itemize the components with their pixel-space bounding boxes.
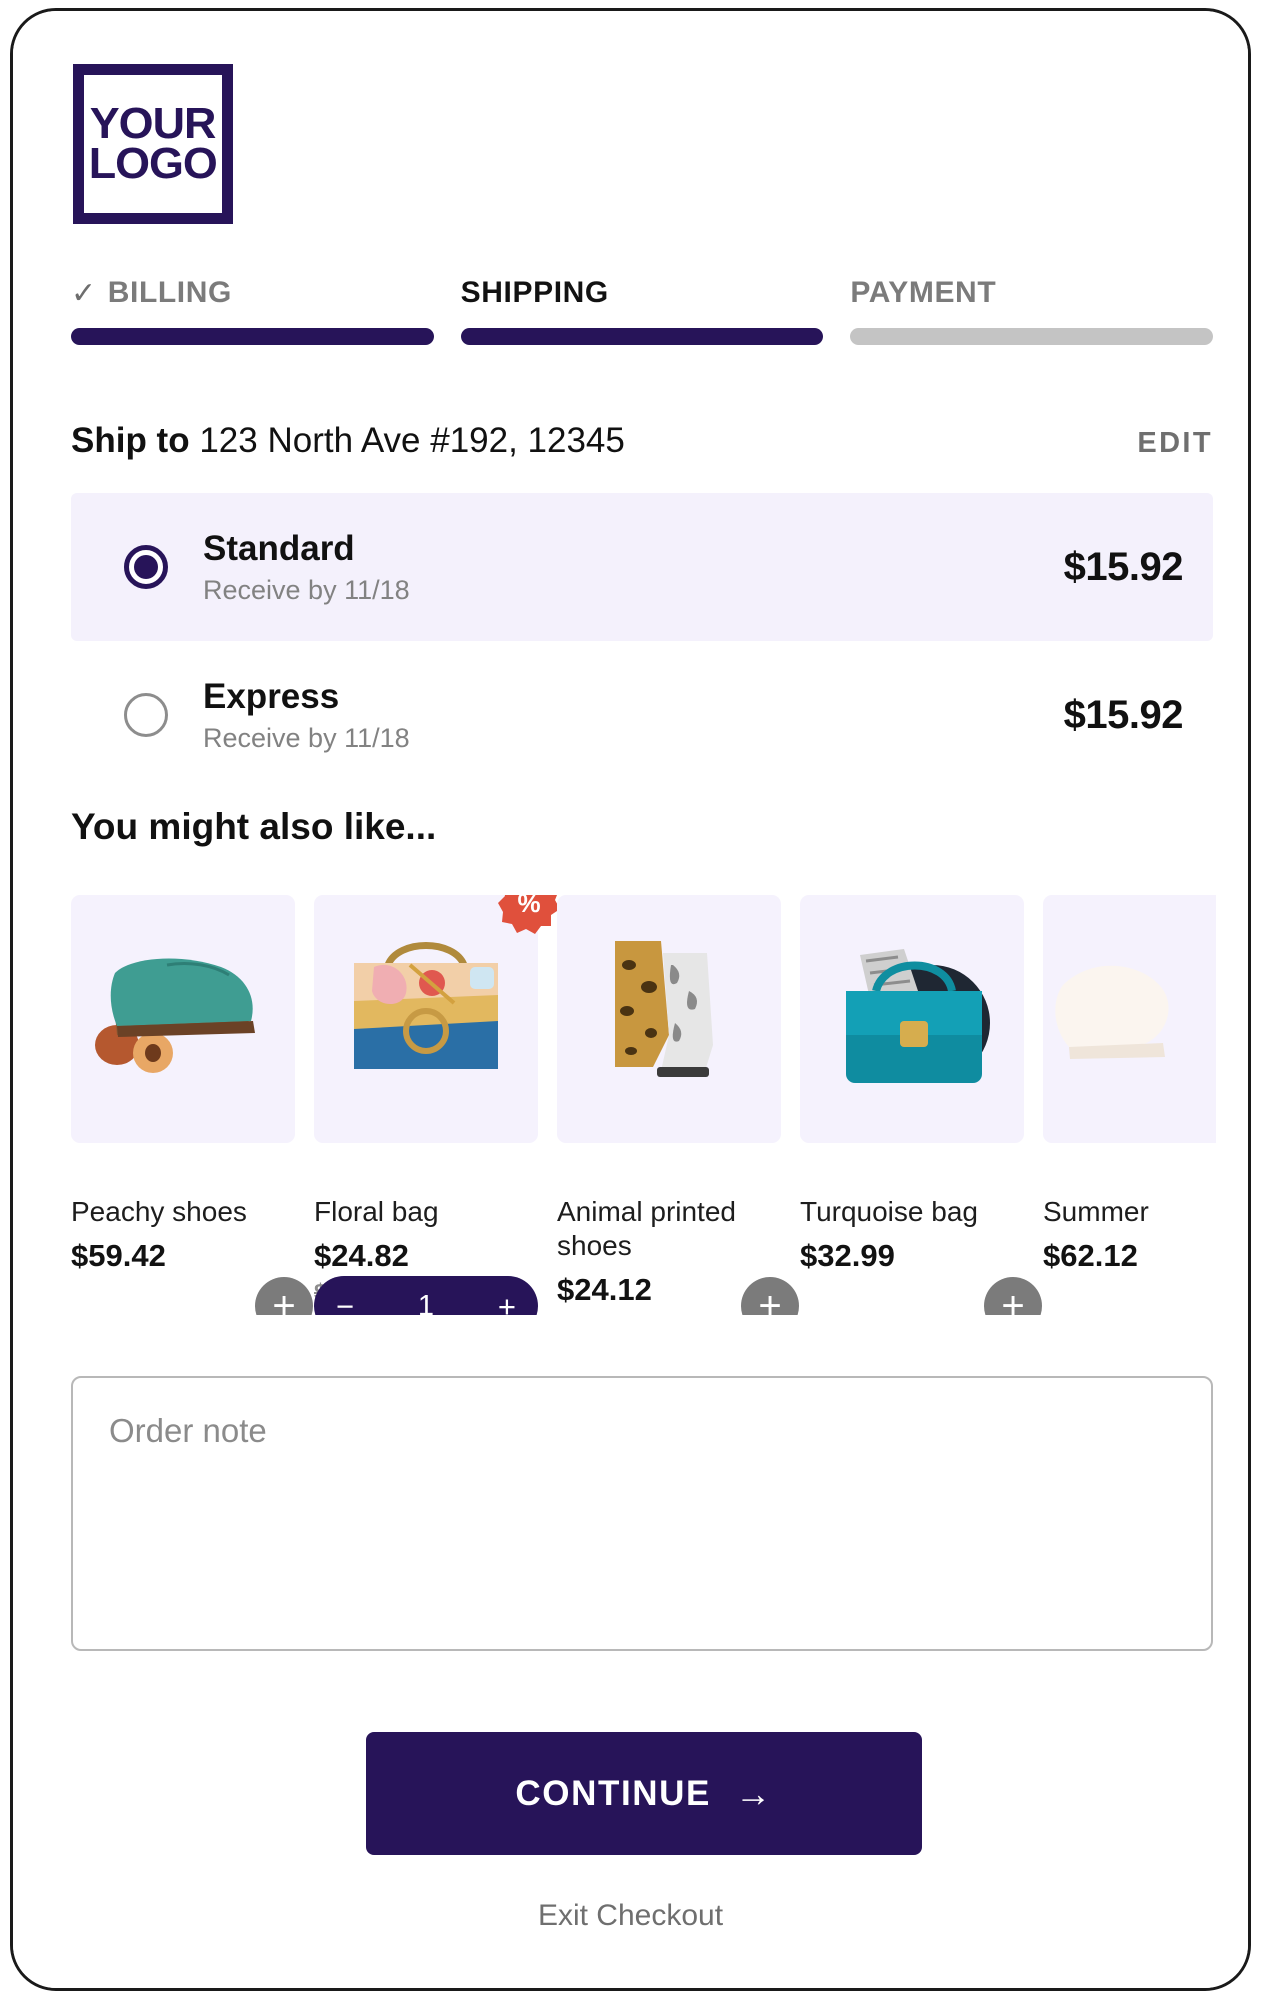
- logo-line-2: LOGO: [88, 139, 218, 188]
- ship-to-text: Ship to 123 North Ave #192, 12345: [71, 421, 625, 461]
- quantity-stepper[interactable]: − 1 +: [314, 1276, 538, 1315]
- summer-shoe-thumbnail-icon: [1055, 965, 1169, 1059]
- continue-button-label: CONTINUE: [515, 1773, 711, 1813]
- product-image: [800, 895, 1024, 1143]
- decrease-quantity-button[interactable]: −: [336, 1291, 354, 1316]
- edit-address-link[interactable]: EDIT: [1137, 427, 1213, 460]
- logo-line-1: YOUR: [90, 98, 217, 148]
- product-card[interactable]: + Turquoise bag $32.99: [800, 895, 1042, 1315]
- phone-frame: YOUR LOGO ✓ BILLING SHIPPING PAYMENT Shi…: [10, 8, 1251, 1991]
- product-name: Peachy shoes: [71, 1196, 247, 1227]
- step-shipping-label: SHIPPING: [460, 276, 609, 309]
- shipping-method-list: Standard Receive by 11/18 $15.92 Express…: [71, 493, 1213, 789]
- step-payment[interactable]: PAYMENT: [850, 269, 1214, 345]
- product-card[interactable]: % − 1 + Floral bag $24.82 $24.12: [314, 895, 560, 1315]
- product-image: [71, 895, 295, 1143]
- increase-quantity-button[interactable]: +: [498, 1291, 516, 1316]
- product-price: $59.42: [71, 1238, 166, 1274]
- discount-percent-glyph: %: [517, 895, 541, 918]
- product-image: [1043, 895, 1216, 1143]
- ship-to-row: Ship to 123 North Ave #192, 12345 EDIT: [71, 421, 1213, 461]
- product-name: Floral bag: [314, 1196, 439, 1227]
- check-icon: ✓: [71, 276, 97, 310]
- product-name: Turquoise bag: [800, 1196, 978, 1227]
- step-shipping[interactable]: SHIPPING: [460, 269, 824, 345]
- checkout-progress-steps: ✓ BILLING SHIPPING PAYMENT: [71, 269, 1214, 345]
- step-payment-bar: [850, 328, 1214, 345]
- radio-standard-icon[interactable]: [124, 545, 168, 589]
- order-note-input[interactable]: [71, 1376, 1213, 1651]
- checkout-screen: YOUR LOGO ✓ BILLING SHIPPING PAYMENT Shi…: [13, 11, 1248, 1988]
- step-shipping-bar: [460, 328, 824, 345]
- turquoise-bag-thumbnail-icon: [846, 949, 990, 1083]
- radio-express-icon[interactable]: [124, 693, 168, 737]
- brand-logo: YOUR LOGO: [73, 64, 233, 224]
- continue-button[interactable]: CONTINUE →: [366, 1732, 922, 1855]
- arrow-right-icon: →: [734, 1772, 773, 1814]
- product-card[interactable]: + Peachy shoes $59.42: [71, 895, 313, 1315]
- product-name: Summer: [1043, 1196, 1149, 1227]
- product-price: $24.82: [314, 1238, 409, 1274]
- shipping-option-standard-eta: Receive by 11/18: [203, 574, 410, 605]
- quantity-value: 1: [417, 1289, 435, 1315]
- ship-to-address: 123 North Ave #192, 12345: [199, 421, 625, 460]
- shipping-option-standard-name: Standard: [203, 529, 355, 569]
- product-price: $62.12: [1043, 1238, 1138, 1274]
- product-card[interactable]: + Animal printed shoes $24.12: [557, 895, 799, 1315]
- peachy-shoe-thumbnail-icon: [95, 958, 255, 1073]
- step-billing[interactable]: ✓ BILLING: [71, 269, 434, 345]
- discount-badge: %: [498, 895, 560, 934]
- shipping-option-standard[interactable]: Standard Receive by 11/18 $15.92: [71, 493, 1213, 641]
- add-to-cart-button[interactable]: +: [255, 1277, 313, 1315]
- add-to-cart-button[interactable]: +: [984, 1277, 1042, 1315]
- shipping-option-express-name: Express: [203, 677, 340, 717]
- exit-checkout-link[interactable]: Exit Checkout: [13, 1899, 1248, 1933]
- shipping-option-express-price: $15.92: [1063, 692, 1184, 737]
- product-name: Animal printed shoes: [557, 1196, 736, 1262]
- step-payment-label: PAYMENT: [850, 276, 997, 309]
- product-price: $32.99: [800, 1238, 895, 1274]
- shipping-option-express[interactable]: Express Receive by 11/18 $15.92: [71, 641, 1213, 789]
- ship-to-label: Ship to: [71, 421, 190, 460]
- shipping-option-express-eta: Receive by 11/18: [203, 722, 410, 753]
- suggestions-title: You might also like...: [71, 806, 437, 847]
- step-billing-label: BILLING: [107, 276, 232, 309]
- animal-printed-shoes-thumbnail-icon: [615, 941, 713, 1077]
- product-image: [557, 895, 781, 1143]
- suggestions-carousel[interactable]: + Peachy shoes $59.42 % − 1 + Floral bag…: [71, 895, 1216, 1315]
- product-card[interactable]: Summer $62.12: [1043, 895, 1216, 1315]
- shipping-option-standard-price: $15.92: [1063, 544, 1184, 589]
- step-billing-bar: [71, 328, 434, 345]
